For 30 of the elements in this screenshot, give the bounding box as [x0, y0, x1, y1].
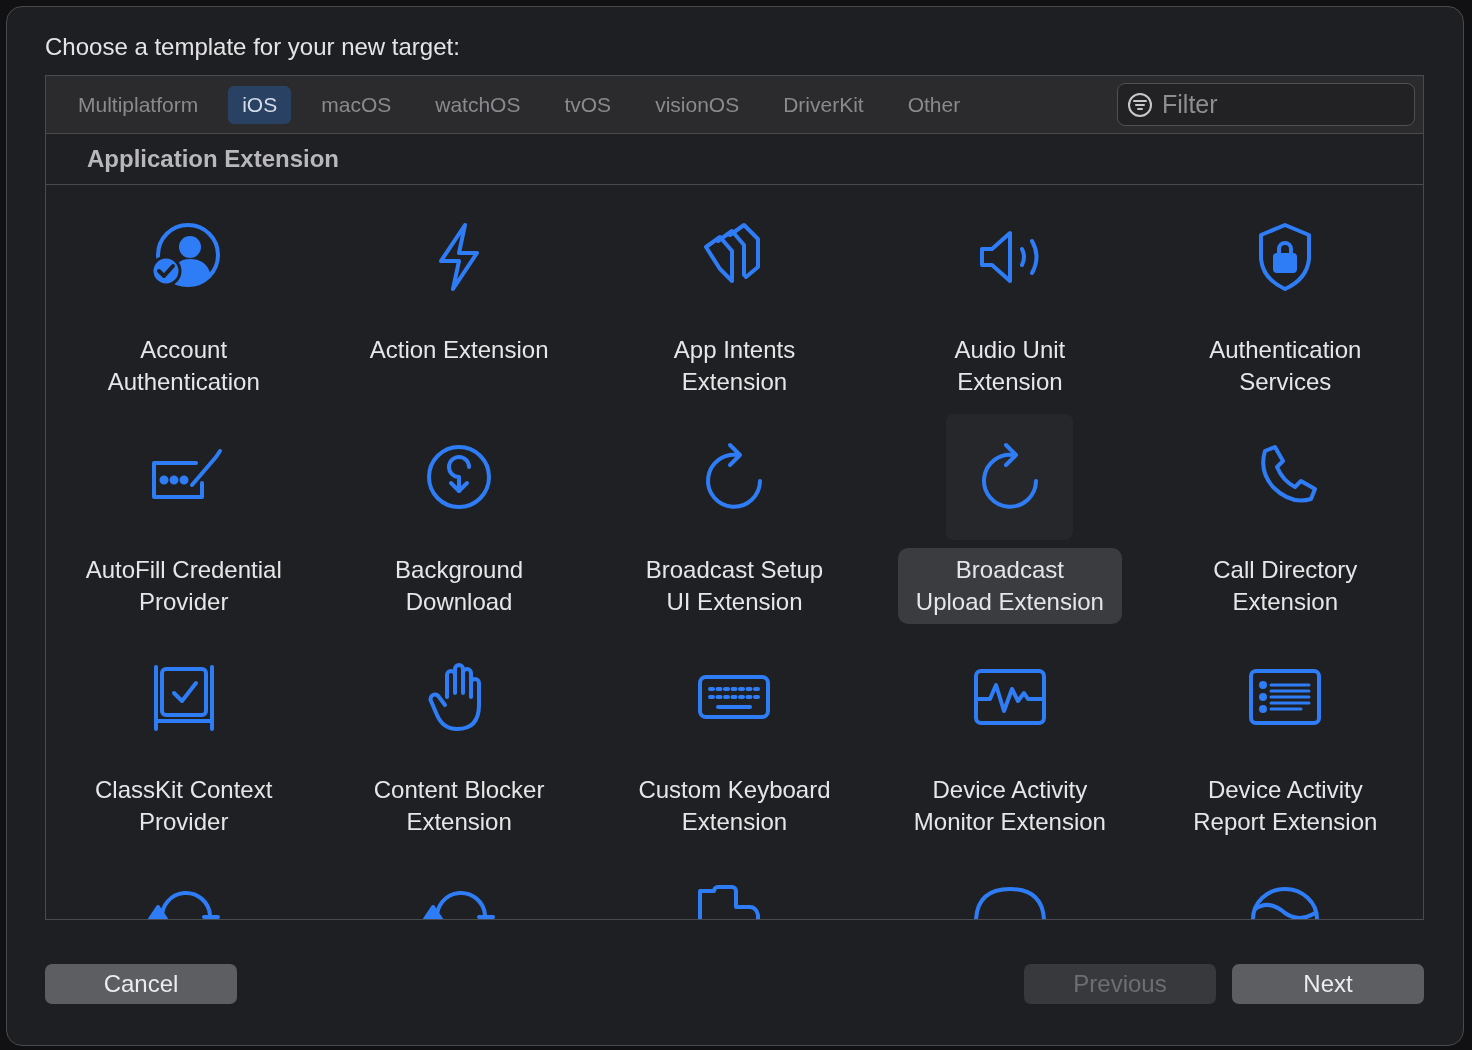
section-header: Application Extension: [46, 134, 1423, 185]
platform-tab[interactable]: watchOS: [421, 85, 535, 124]
template-label[interactable]: Action Extension: [351, 328, 567, 372]
template-label[interactable]: Content Blocker Extension: [355, 768, 563, 844]
platform-tab[interactable]: Multiplatform: [64, 85, 213, 124]
template-tile[interactable]: [946, 414, 1074, 540]
template-label[interactable]: Background Download: [377, 548, 542, 624]
template-label[interactable]: Account Authentication: [89, 328, 278, 404]
platform-tab[interactable]: visionOS: [641, 85, 754, 124]
platform-tab[interactable]: iOS: [228, 85, 292, 124]
dialog-title: Choose a template for your new target:: [45, 33, 461, 61]
platform-tab[interactable]: DriverKit: [769, 85, 878, 124]
template-label[interactable]: Authentication Services: [1191, 328, 1380, 404]
platform-tab[interactable]: macOS: [307, 85, 406, 124]
platform-tab[interactable]: Other: [893, 85, 975, 124]
template-label[interactable]: ClassKit Context Provider: [77, 768, 291, 844]
template-label[interactable]: Call Directory Extension: [1195, 548, 1376, 624]
template-label[interactable]: Broadcast Setup UI Extension: [627, 548, 842, 624]
dialog-button[interactable]: Next: [1232, 964, 1424, 1004]
template-label[interactable]: Audio Unit Extension: [936, 328, 1084, 404]
platform-tab[interactable]: tvOS: [550, 85, 626, 124]
filter-icon: [1127, 92, 1153, 118]
template-label[interactable]: Device Activity Monitor Extension: [895, 768, 1124, 844]
template-label[interactable]: App Intents Extension: [655, 328, 814, 404]
template-label[interactable]: Custom Keyboard Extension: [620, 768, 849, 844]
dialog-button[interactable]: Cancel: [45, 964, 237, 1004]
template-label[interactable]: AutoFill Credential Provider: [67, 548, 300, 624]
template-label[interactable]: Device Activity Report Extension: [1175, 768, 1396, 844]
filter-field[interactable]: Filter: [1117, 83, 1415, 126]
template-label[interactable]: Broadcast Upload Extension: [897, 548, 1122, 624]
